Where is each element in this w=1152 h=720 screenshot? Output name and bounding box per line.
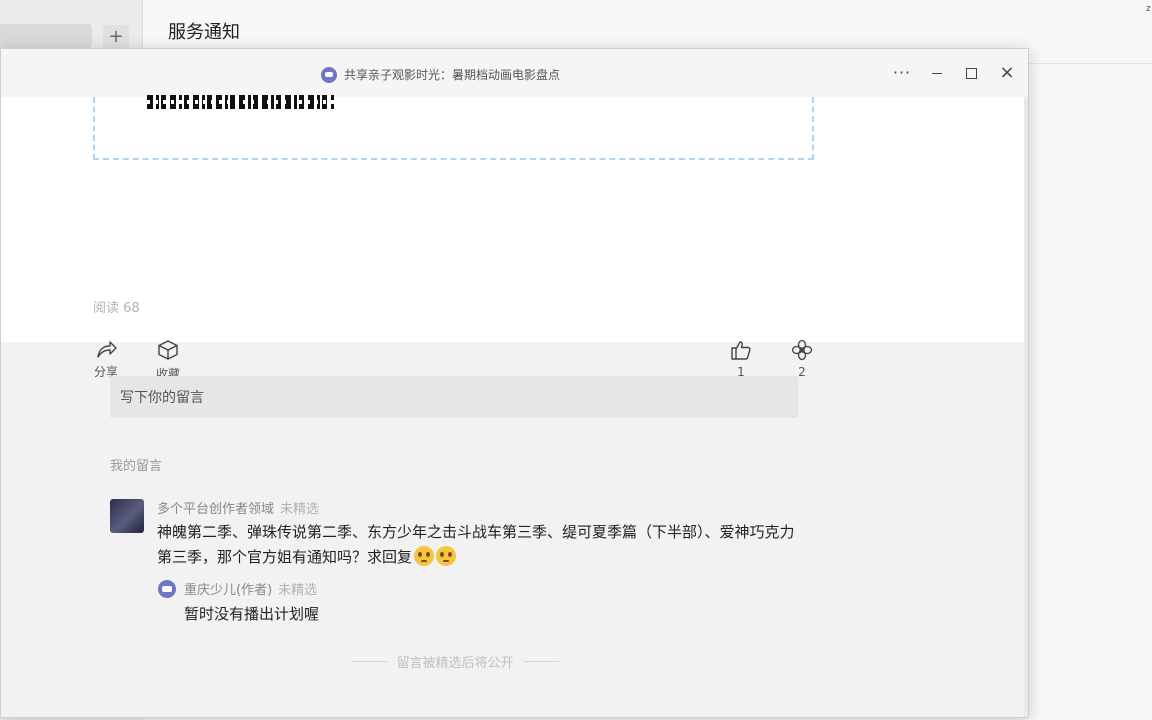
maximize-button[interactable]	[959, 61, 983, 85]
footnote-text: 留言被精选后将公开	[396, 656, 514, 671]
article-content: 阅读 68 分享 收藏 1 2	[1, 95, 1024, 381]
reply-text: 暂时没有播出计划喔	[184, 605, 320, 623]
reply-status: 未精选	[278, 583, 318, 598]
divider-line	[351, 661, 387, 662]
window-title-text: 共享亲子观影时光：暑期档动画电影盘点	[344, 68, 561, 82]
emoji-icon	[414, 546, 435, 566]
comment-footnote: 留言被精选后将公开	[351, 652, 560, 671]
window-title: 共享亲子观影时光：暑期档动画电影盘点	[321, 66, 560, 83]
qr-code-image	[147, 95, 334, 109]
background-tab[interactable]	[0, 24, 92, 48]
close-button[interactable]: ×	[995, 61, 1019, 85]
minimize-button[interactable]	[925, 61, 949, 85]
comment-section: 写下你的留言 我的留言 多个平台创作者领域 未精选 神魄第二季、弹珠传说第二季、东…	[1, 342, 1024, 717]
reply-author-name: 重庆少儿(作者)	[184, 583, 273, 598]
my-comments-label: 我的留言	[110, 459, 163, 474]
window-titlebar[interactable]: 共享亲子观影时光：暑期档动画电影盘点 ··· ×	[1, 49, 1028, 97]
comment-input[interactable]: 写下你的留言	[110, 376, 798, 418]
comment-author: 多个平台创作者领域 未精选	[157, 498, 319, 517]
qr-code-frame	[93, 95, 814, 160]
more-options-button[interactable]: ···	[890, 61, 914, 85]
commenter-avatar[interactable]	[110, 499, 144, 533]
read-count: 阅读 68	[93, 301, 140, 316]
emoji-icon	[436, 546, 457, 566]
article-window: 共享亲子观影时光：暑期档动画电影盘点 ··· × 阅读 68 分享 收藏 1 2…	[0, 48, 1029, 718]
reply-author: 重庆少儿(作者) 未精选	[184, 579, 317, 598]
author-avatar-icon	[158, 580, 176, 598]
comment-author-name[interactable]: 多个平台创作者领域	[157, 502, 274, 517]
comment-text: 神魄第二季、弹珠传说第二季、东方少年之击斗战车第三季、缇可夏季篇（下半部）、爱神…	[157, 520, 797, 570]
divider-line	[523, 661, 560, 662]
background-corner-text: z	[1146, 4, 1151, 14]
account-avatar-icon	[321, 66, 337, 83]
add-tab-button[interactable]: +	[103, 25, 129, 49]
comment-text-content: 神魄第二季、弹珠传说第二季、东方少年之击斗战车第三季、缇可夏季篇（下半部）、爱神…	[157, 523, 795, 566]
window-scrollbar[interactable]	[1024, 97, 1028, 717]
comment-status: 未精选	[280, 502, 320, 517]
background-page-title: 服务通知	[168, 22, 240, 43]
